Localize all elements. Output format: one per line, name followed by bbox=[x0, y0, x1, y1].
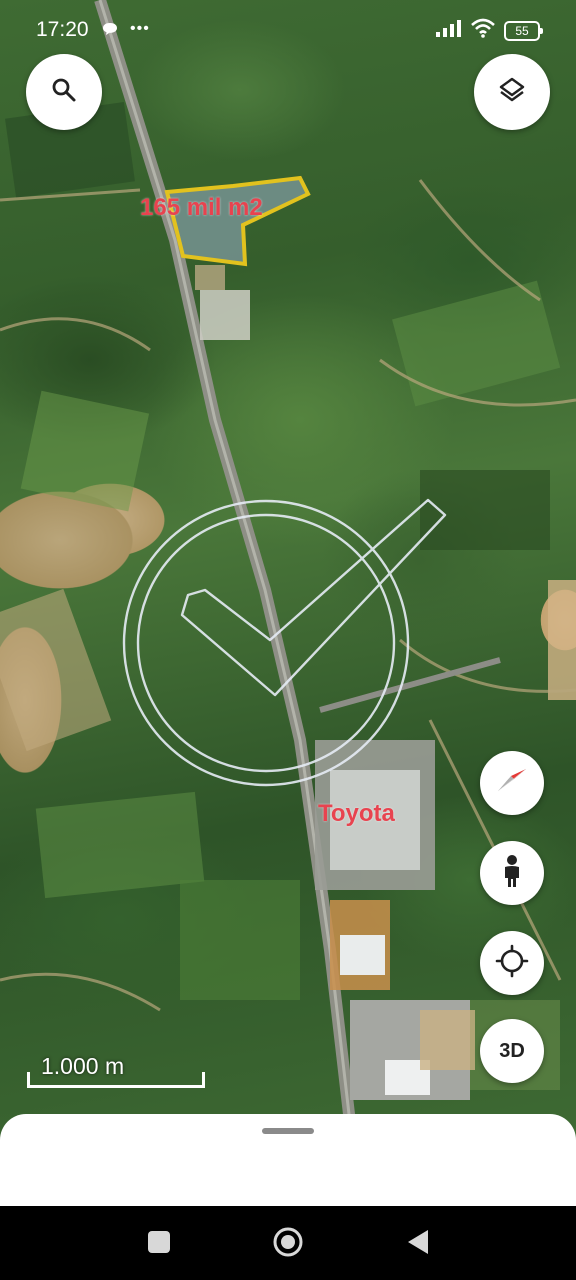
status-bar: 17:20 ••• 55 bbox=[0, 0, 576, 60]
3d-toggle-button[interactable]: 3D bbox=[480, 1019, 544, 1083]
recents-button[interactable] bbox=[141, 1226, 177, 1262]
search-button[interactable] bbox=[26, 54, 102, 130]
compass-icon bbox=[494, 763, 530, 804]
plot-area-label: 165 mil m2 bbox=[140, 194, 263, 221]
layers-icon bbox=[498, 76, 526, 109]
home-circle-icon bbox=[272, 1226, 304, 1263]
my-location-icon bbox=[494, 943, 530, 984]
status-time: 17:20 bbox=[36, 18, 89, 41]
bottom-sheet[interactable] bbox=[0, 1114, 576, 1206]
wifi-icon bbox=[470, 18, 496, 43]
sheet-drag-handle[interactable] bbox=[262, 1128, 314, 1134]
street-view-button[interactable] bbox=[480, 841, 544, 905]
scale-bar bbox=[27, 1072, 205, 1088]
home-button[interactable] bbox=[270, 1226, 306, 1262]
search-icon bbox=[51, 77, 77, 108]
my-location-button[interactable] bbox=[480, 931, 544, 995]
more-dots-icon: ••• bbox=[130, 20, 150, 37]
map-scale: 1.000 m bbox=[27, 1050, 207, 1088]
system-nav-bar bbox=[0, 1206, 576, 1280]
cell-signal-icon bbox=[436, 19, 462, 42]
compass-button[interactable] bbox=[480, 751, 544, 815]
toyota-label: Toyota bbox=[318, 800, 395, 827]
chat-bubble-icon bbox=[102, 22, 118, 41]
recents-square-icon bbox=[147, 1230, 171, 1259]
back-triangle-icon bbox=[406, 1229, 430, 1260]
pegman-icon bbox=[500, 854, 524, 893]
back-button[interactable] bbox=[400, 1226, 436, 1262]
battery-icon: 55 bbox=[504, 20, 543, 41]
layers-button[interactable] bbox=[474, 54, 550, 130]
